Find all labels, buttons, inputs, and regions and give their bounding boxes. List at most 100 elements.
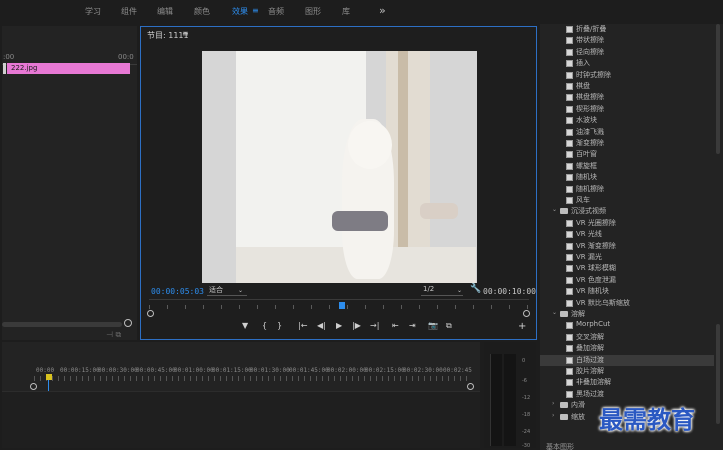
panel-icons[interactable]: ⊣ ⧉ — [106, 330, 121, 340]
effects-scrollbar-lower[interactable] — [716, 324, 720, 424]
export-frame-icon[interactable]: 📷 — [428, 321, 438, 330]
timeline-tracks[interactable] — [2, 391, 480, 448]
timeline-playhead[interactable] — [46, 374, 52, 380]
mark-out-button[interactable]: } — [277, 321, 282, 330]
effects-item[interactable]: 时钟式擦除 — [540, 70, 714, 81]
effects-item[interactable]: 楔形擦除 — [540, 104, 714, 115]
tab-graphics[interactable]: 图形 — [305, 6, 321, 17]
effects-item[interactable]: VR 渐变擦除 — [540, 241, 714, 252]
transition-icon — [566, 276, 573, 284]
effects-item[interactable]: 水波块 — [540, 115, 714, 126]
effects-item[interactable]: 白场过渡 — [540, 354, 714, 366]
effects-item[interactable]: 黑场过渡 — [540, 389, 714, 400]
transition-icon — [566, 356, 573, 364]
timeline-zoom-right-handle[interactable] — [467, 383, 474, 390]
tab-menu-icon[interactable]: ≡ — [252, 6, 259, 15]
tab-audio[interactable]: 音频 — [268, 6, 284, 17]
timeline-zoom-left-handle[interactable] — [30, 383, 37, 390]
video-frame — [202, 51, 477, 283]
folder-icon — [560, 413, 568, 420]
add-marker-button[interactable]: ▼ — [242, 321, 248, 330]
effects-item[interactable]: VR 光圈擦除 — [540, 218, 714, 229]
effects-item[interactable]: VR 光线 — [540, 229, 714, 240]
play-button[interactable]: ▶ — [336, 321, 342, 330]
extract-button[interactable]: ⇥ — [409, 321, 416, 330]
zoom-right-handle[interactable] — [523, 310, 530, 317]
chevron-down-icon[interactable]: ⌄ — [552, 309, 557, 316]
dog-head — [348, 121, 392, 169]
go-to-in-button[interactable]: |← — [298, 321, 307, 330]
effects-item-label: 随机块 — [576, 173, 597, 182]
step-back-button[interactable]: ◀| — [317, 321, 326, 330]
lift-button[interactable]: ⇤ — [392, 321, 399, 330]
add-button[interactable]: + — [518, 321, 526, 332]
horizontal-scrollbar[interactable] — [2, 322, 122, 327]
effects-item[interactable]: 风车 — [540, 195, 714, 206]
effects-scrollbar[interactable] — [716, 24, 720, 154]
effects-item-label: 时钟式擦除 — [576, 70, 611, 79]
effects-item[interactable]: 渐变擦除 — [540, 138, 714, 149]
effects-item[interactable]: VR 色度泄漏 — [540, 275, 714, 286]
folder-icon — [560, 311, 568, 317]
effects-item[interactable]: MorphCut — [540, 320, 714, 331]
effects-item[interactable]: 随机擦除 — [540, 184, 714, 195]
effects-item[interactable]: VR 漏光 — [540, 252, 714, 263]
chevron-down-icon: ⌄ — [457, 287, 463, 294]
effects-item[interactable]: 百叶窗 — [540, 149, 714, 160]
transition-icon — [566, 219, 573, 227]
effects-item[interactable]: 棋盘 — [540, 81, 714, 92]
effects-item[interactable]: 交叉溶解 — [540, 332, 714, 343]
effects-item[interactable]: 叠加溶解 — [540, 343, 714, 354]
transition-icon — [566, 174, 573, 182]
tab-assembly[interactable]: 组件 — [121, 6, 137, 17]
effects-item-label: VR 色度泄漏 — [576, 275, 616, 284]
chevron-down-icon[interactable]: ⌄ — [552, 206, 557, 213]
zoom-handle[interactable] — [124, 319, 132, 327]
effects-item[interactable]: VR 默比乌斯缩放 — [540, 298, 714, 309]
effects-item-label: 渐变擦除 — [576, 139, 604, 147]
tab-effects[interactable]: 效果 — [232, 6, 248, 17]
current-timecode[interactable]: 00:00:05:03 — [151, 287, 204, 296]
zoom-left-handle[interactable] — [147, 310, 154, 317]
playhead[interactable] — [339, 302, 345, 309]
effects-footer[interactable]: 基本图形 — [546, 442, 574, 450]
effects-item[interactable]: 径向擦除 — [540, 47, 714, 58]
timeline-ruler[interactable] — [34, 376, 468, 381]
effects-item[interactable]: 胶片溶解 — [540, 366, 714, 377]
more-tabs-icon[interactable]: » — [379, 4, 386, 17]
effects-item[interactable]: 螺旋框 — [540, 161, 714, 172]
timeline-time-label: 00:01:45:00 — [289, 367, 329, 374]
step-forward-button[interactable]: |▶ — [352, 321, 361, 330]
hand — [420, 203, 458, 219]
chevron-right-icon[interactable]: › — [552, 412, 554, 419]
effects-item[interactable]: 非叠加溶解 — [540, 377, 714, 388]
tab-libraries[interactable]: 库 — [342, 6, 350, 17]
clip-marker[interactable] — [3, 63, 6, 74]
program-menu-icon[interactable]: ≡ — [182, 29, 189, 38]
timeline-time-label: 00:02:15:00 — [365, 367, 405, 374]
timeline-time-label: 00:01:30:00 — [250, 367, 290, 374]
effects-item-label: 楔形擦除 — [576, 104, 604, 113]
go-to-out-button[interactable]: →| — [370, 321, 379, 330]
transition-icon — [566, 117, 573, 125]
wrench-icon[interactable]: 🔧 — [470, 284, 481, 294]
effects-item[interactable]: 折叠/折叠 — [540, 24, 714, 35]
effects-item[interactable]: 带状擦除 — [540, 35, 714, 46]
effects-item[interactable]: 插入 — [540, 58, 714, 69]
tab-learn[interactable]: 学习 — [85, 6, 101, 17]
effects-item[interactable]: 随机块 — [540, 172, 714, 183]
effects-item[interactable]: VR 球形模糊 — [540, 263, 714, 274]
effects-item[interactable]: VR 随机块 — [540, 286, 714, 297]
effects-item-label: 胶片溶解 — [576, 367, 604, 375]
mark-in-button[interactable]: { — [262, 321, 267, 330]
comparison-view-button[interactable]: ⧉ — [446, 321, 452, 331]
effects-item[interactable]: 棋盘擦除 — [540, 92, 714, 103]
tab-editing[interactable]: 编辑 — [157, 6, 173, 17]
transition-icon — [566, 105, 573, 113]
chevron-right-icon[interactable]: › — [552, 400, 554, 407]
effects-folder[interactable]: ⌄ 溶解 — [540, 309, 714, 320]
effects-folder[interactable]: ⌄ 沉浸式视频 — [540, 206, 714, 217]
tab-color[interactable]: 颜色 — [194, 6, 210, 17]
effects-item[interactable]: 油漆飞溅 — [540, 127, 714, 138]
clip-222-jpg[interactable]: 222.jpg — [7, 63, 130, 74]
